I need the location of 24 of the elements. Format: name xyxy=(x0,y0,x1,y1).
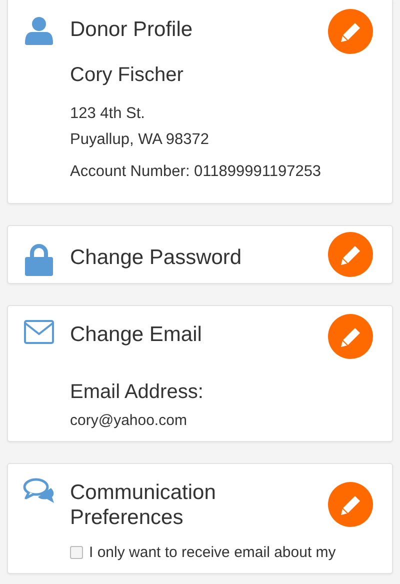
donor-name: Cory Fischer xyxy=(70,64,184,87)
pencil-icon xyxy=(340,494,362,516)
card-title: Change Email xyxy=(70,322,203,347)
edit-button[interactable] xyxy=(328,9,373,54)
card-title: Communication Preferences xyxy=(70,480,217,530)
lock-icon xyxy=(25,244,53,276)
option-label: I only want to receive email about my xyxy=(89,544,336,561)
card-title: Donor Profile xyxy=(70,17,194,42)
address-line: 123 4th St. xyxy=(70,104,146,124)
account-number: Account Number: 011899991197253 xyxy=(70,163,322,181)
edit-button[interactable] xyxy=(328,232,373,277)
pencil-icon xyxy=(340,20,362,42)
card-title: Change Password xyxy=(70,245,243,270)
edit-button[interactable] xyxy=(328,314,373,359)
envelope-icon xyxy=(24,320,54,344)
speech-bubbles-icon xyxy=(23,478,55,504)
person-icon xyxy=(24,15,54,45)
pencil-icon xyxy=(340,326,362,348)
address-line: Puyallup, WA 98372 xyxy=(70,130,210,150)
pencil-icon xyxy=(340,244,362,266)
email-label: Email Address: xyxy=(70,381,204,404)
email-address: cory@yahoo.com xyxy=(70,412,188,429)
checkbox[interactable] xyxy=(70,546,83,559)
edit-button[interactable] xyxy=(328,482,373,527)
